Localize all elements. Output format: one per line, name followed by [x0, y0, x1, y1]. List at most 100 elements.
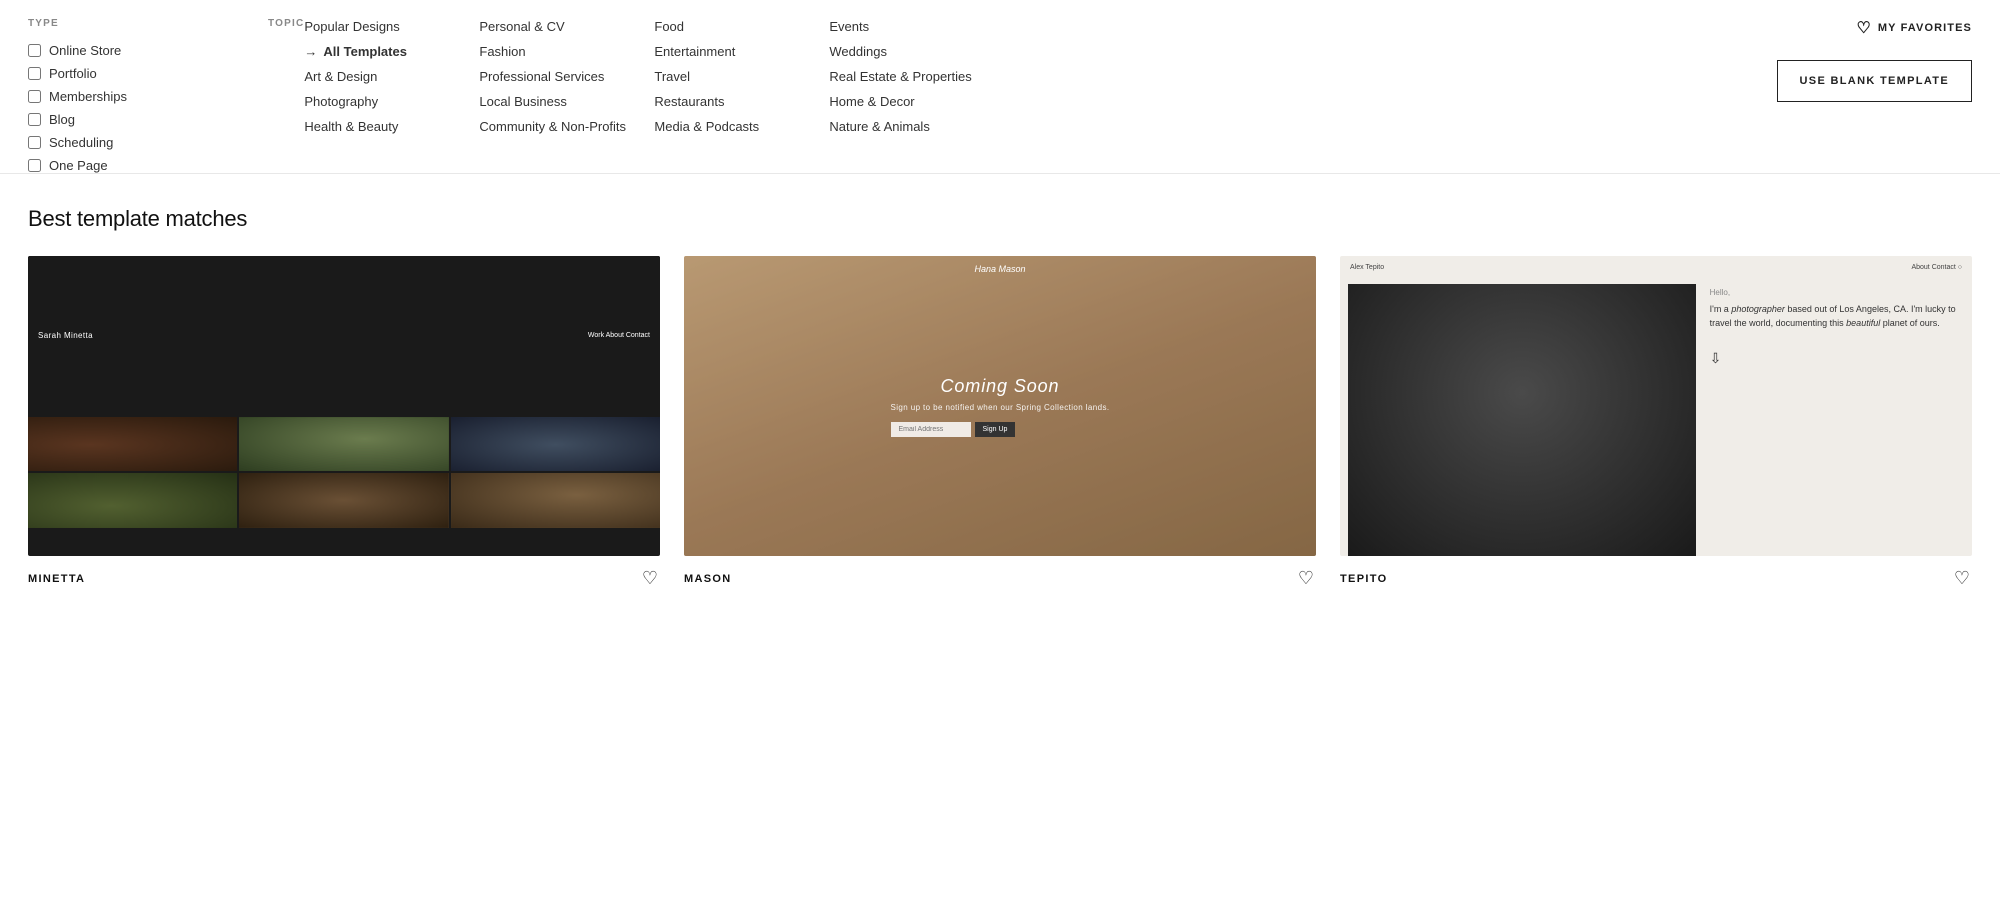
- topic-restaurants[interactable]: Restaurants: [654, 93, 819, 110]
- checkbox-memberships[interactable]: [28, 90, 41, 103]
- topic-column-4: Events Weddings Real Estate & Properties…: [829, 18, 1004, 135]
- topic-local-business[interactable]: Local Business: [479, 93, 644, 110]
- main-content: Best template matches Sarah Minetta Work…: [0, 174, 2000, 621]
- food-photo-6: [451, 473, 660, 528]
- minetta-header: Sarah Minetta Work About Contact: [28, 256, 660, 415]
- filter-one-page[interactable]: One Page: [28, 158, 228, 173]
- topic-media-podcasts[interactable]: Media & Podcasts: [654, 118, 819, 135]
- topic-list-1: Popular Designs → All Templates Art & De…: [304, 18, 469, 135]
- mason-email-input[interactable]: [891, 422, 971, 437]
- template-card-minetta[interactable]: Sarah Minetta Work About Contact MINETTA: [28, 256, 660, 593]
- template-card-mason[interactable]: Hana Mason Coming Soon Sign up to be not…: [684, 256, 1316, 593]
- filter-bar: TYPE Online Store Portfolio Memberships …: [0, 0, 2000, 174]
- topic-real-estate[interactable]: Real Estate & Properties: [829, 68, 994, 85]
- mason-brand: Hana Mason: [974, 264, 1025, 274]
- topic-art-design[interactable]: Art & Design: [304, 68, 469, 85]
- tepito-footer: TEPITO ♡: [1340, 556, 1972, 593]
- food-photo-5: [239, 473, 448, 528]
- filter-online-store[interactable]: Online Store: [28, 43, 228, 58]
- tepito-hello: Hello,: [1710, 288, 1960, 297]
- filter-label-portfolio: Portfolio: [49, 66, 97, 81]
- topic-list-4: Events Weddings Real Estate & Properties…: [829, 18, 994, 135]
- mason-signup-row: Sign Up: [891, 422, 1110, 437]
- template-thumb-tepito: Alex Tepito About Contact ○ Hello, I'm a…: [1340, 256, 1972, 556]
- topic-professional-services[interactable]: Professional Services: [479, 68, 644, 85]
- checkbox-online-store[interactable]: [28, 44, 41, 57]
- minetta-logo: Sarah Minetta: [38, 331, 93, 340]
- topic-popular-designs[interactable]: Popular Designs: [304, 18, 469, 35]
- topic-home-decor[interactable]: Home & Decor: [829, 93, 994, 110]
- filter-blog[interactable]: Blog: [28, 112, 228, 127]
- heart-outline-icon-mason: ♡: [1298, 568, 1314, 589]
- topic-photography[interactable]: Photography: [304, 93, 469, 110]
- mason-favorite-button[interactable]: ♡: [1296, 566, 1316, 591]
- topic-community-nonprofits[interactable]: Community & Non-Profits: [479, 118, 644, 135]
- topic-entertainment[interactable]: Entertainment: [654, 43, 819, 60]
- food-photo-4: [28, 473, 237, 528]
- checkbox-blog[interactable]: [28, 113, 41, 126]
- topic-nature-animals[interactable]: Nature & Animals: [829, 118, 994, 135]
- filter-scheduling[interactable]: Scheduling: [28, 135, 228, 150]
- tepito-nav: Alex Tepito About Contact ○: [1350, 264, 1962, 271]
- template-thumb-mason: Hana Mason Coming Soon Sign up to be not…: [684, 256, 1316, 556]
- filter-label-blog: Blog: [49, 112, 75, 127]
- topic-column-3: Food Entertainment Travel Restaurants Me…: [654, 18, 829, 135]
- tepito-paragraph: I'm a photographer based out of Los Ange…: [1710, 303, 1960, 330]
- my-favorites-button[interactable]: ♡ MY FAVORITES: [1856, 18, 1972, 38]
- mason-subtitle: Sign up to be notified when our Spring C…: [891, 403, 1110, 412]
- use-blank-button[interactable]: USE BLANK TEMPLATE: [1777, 60, 1972, 102]
- topic-column-1: Popular Designs → All Templates Art & De…: [304, 18, 479, 135]
- my-favorites-label: MY FAVORITES: [1878, 22, 1972, 34]
- minetta-favorite-button[interactable]: ♡: [640, 566, 660, 591]
- checkbox-scheduling[interactable]: [28, 136, 41, 149]
- minetta-footer: MINETTA ♡: [28, 556, 660, 593]
- topic-weddings[interactable]: Weddings: [829, 43, 994, 60]
- tepito-photo: [1348, 284, 1696, 556]
- topic-fashion[interactable]: Fashion: [479, 43, 644, 60]
- heart-outline-icon: ♡: [642, 568, 658, 589]
- topic-health-beauty[interactable]: Health & Beauty: [304, 118, 469, 135]
- template-thumb-minetta: Sarah Minetta Work About Contact: [28, 256, 660, 556]
- topic-list-3: Food Entertainment Travel Restaurants Me…: [654, 18, 819, 135]
- topic-section: TOPIC Popular Designs → All Templates Ar…: [268, 18, 1972, 135]
- filter-label-one-page: One Page: [49, 158, 108, 173]
- food-photo-2: [239, 417, 448, 472]
- checkbox-portfolio[interactable]: [28, 67, 41, 80]
- heart-outline-icon-tepito: ♡: [1954, 568, 1970, 589]
- type-section: TYPE Online Store Portfolio Memberships …: [28, 18, 228, 173]
- mason-coming-soon: Coming Soon: [891, 376, 1110, 397]
- topic-events[interactable]: Events: [829, 18, 994, 35]
- tepito-text-area: Hello, I'm a photographer based out of L…: [1696, 256, 1972, 556]
- mason-content: Coming Soon Sign up to be notified when …: [891, 376, 1110, 437]
- mason-preview: Hana Mason Coming Soon Sign up to be not…: [684, 256, 1316, 556]
- topic-all-templates-label: All Templates: [323, 44, 407, 59]
- minetta-preview: Sarah Minetta Work About Contact: [28, 256, 660, 556]
- filter-label-online-store: Online Store: [49, 43, 121, 58]
- mason-signup-button[interactable]: Sign Up: [975, 422, 1016, 437]
- food-photo-3: [451, 417, 660, 472]
- topic-column-2: Personal & CV Fashion Professional Servi…: [479, 18, 654, 135]
- down-arrow-icon: ⇩: [1710, 350, 1960, 367]
- mason-name: MASON: [684, 573, 732, 585]
- topic-personal-cv[interactable]: Personal & CV: [479, 18, 644, 35]
- topic-list-2: Personal & CV Fashion Professional Servi…: [479, 18, 644, 135]
- filter-memberships[interactable]: Memberships: [28, 89, 228, 104]
- topic-travel[interactable]: Travel: [654, 68, 819, 85]
- filter-portfolio[interactable]: Portfolio: [28, 66, 228, 81]
- template-grid: Sarah Minetta Work About Contact MINETTA: [28, 256, 1972, 593]
- type-filter-list: Online Store Portfolio Memberships Blog …: [28, 43, 228, 173]
- tepito-nav-right: About Contact ○: [1911, 264, 1962, 271]
- checkbox-one-page[interactable]: [28, 159, 41, 172]
- topic-all-templates[interactable]: → All Templates: [304, 43, 469, 60]
- template-card-tepito[interactable]: Alex Tepito About Contact ○ Hello, I'm a…: [1340, 256, 1972, 593]
- tepito-name: TEPITO: [1340, 573, 1387, 585]
- heart-icon: ♡: [1856, 18, 1871, 38]
- type-label: TYPE: [28, 18, 228, 29]
- topic-food[interactable]: Food: [654, 18, 819, 35]
- section-title: Best template matches: [28, 206, 1972, 232]
- tepito-favorite-button[interactable]: ♡: [1952, 566, 1972, 591]
- tepito-nav-left: Alex Tepito: [1350, 264, 1384, 271]
- minetta-name: MINETTA: [28, 573, 85, 585]
- minetta-nav: Work About Contact: [588, 332, 650, 339]
- arrow-icon: →: [304, 44, 317, 59]
